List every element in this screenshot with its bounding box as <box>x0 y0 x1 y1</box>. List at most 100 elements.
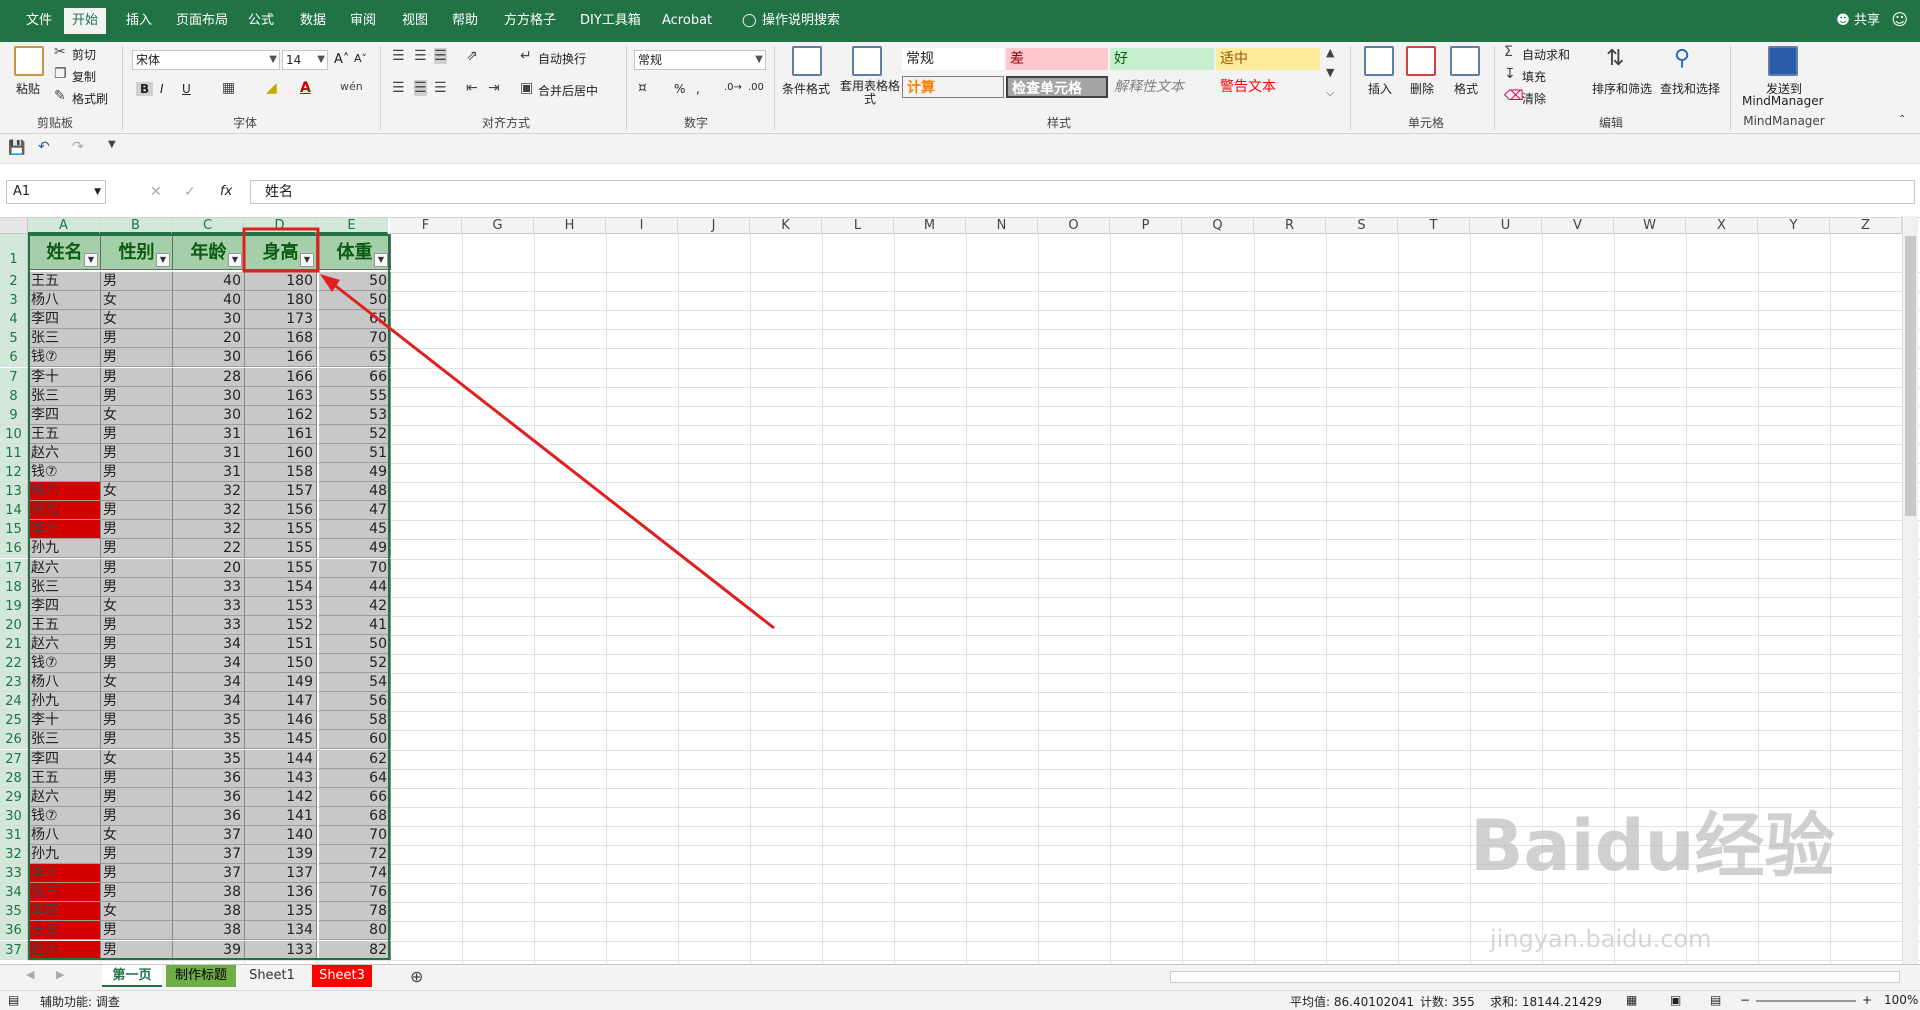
align-center-icon[interactable]: ☰ <box>414 80 427 96</box>
table-cell[interactable]: 155 <box>245 539 317 559</box>
table-cell[interactable]: 32 <box>173 482 245 502</box>
style-neutral[interactable]: 适中 <box>1216 48 1320 70</box>
paste-icon[interactable] <box>14 46 44 76</box>
table-cell[interactable]: 34 <box>173 692 245 712</box>
table-cell[interactable]: 35 <box>173 711 245 731</box>
table-cell[interactable]: 男 <box>101 348 173 368</box>
table-header-5[interactable]: 体重 ▼ <box>319 234 391 270</box>
enter-icon[interactable]: ✓ <box>184 184 196 200</box>
table-cell[interactable]: 48 <box>319 482 391 502</box>
currency-icon[interactable]: ¤ <box>638 80 647 96</box>
table-cell[interactable]: 男 <box>101 501 173 521</box>
row-header-12[interactable]: 12 <box>0 463 28 483</box>
align-right-icon[interactable]: ☰ <box>434 80 447 96</box>
table-cell[interactable]: 38 <box>173 902 245 922</box>
clear-button[interactable]: 清除 <box>1522 90 1546 107</box>
bold-button[interactable]: B <box>136 82 154 96</box>
table-cell[interactable]: 女 <box>101 405 173 425</box>
column-header-A[interactable]: A <box>28 218 100 234</box>
table-cell[interactable]: 147 <box>245 692 317 712</box>
row-header-29[interactable]: 29 <box>0 787 28 807</box>
table-cell[interactable]: 女 <box>101 749 173 769</box>
table-cell[interactable]: 孙九 <box>29 845 101 865</box>
table-cell[interactable]: 女 <box>101 596 173 616</box>
table-cell[interactable]: 王五 <box>29 615 101 635</box>
style-bad[interactable]: 差 <box>1006 48 1108 70</box>
table-cell[interactable]: 男 <box>101 558 173 578</box>
styles-scroll-down-icon[interactable]: ▼ <box>1326 66 1334 79</box>
find-select-button[interactable]: 查找和选择 <box>1660 80 1720 97</box>
table-cell[interactable]: 137 <box>245 864 317 884</box>
table-cell[interactable]: 钱⑦ <box>29 806 101 826</box>
table-cell[interactable]: 李十 <box>29 520 101 540</box>
column-header-M[interactable]: M <box>894 218 966 234</box>
table-cell[interactable]: 144 <box>245 749 317 769</box>
menu-acrobat[interactable]: Acrobat <box>654 8 720 34</box>
table-cell[interactable]: 钱⑦ <box>29 348 101 368</box>
shrink-font-button[interactable]: A˅ <box>354 52 367 65</box>
table-cell[interactable]: 55 <box>319 386 391 406</box>
increase-decimal-button[interactable]: .0→ <box>724 82 742 93</box>
font-name-select[interactable]: 宋体 ▼ <box>132 50 280 70</box>
table-cell[interactable]: 157 <box>245 482 317 502</box>
table-cell[interactable]: 杨八 <box>29 673 101 693</box>
table-cell[interactable]: 32 <box>173 501 245 521</box>
table-cell[interactable]: 74 <box>319 864 391 884</box>
table-cell[interactable]: 22 <box>173 539 245 559</box>
table-cell[interactable]: 男 <box>101 424 173 444</box>
table-cell[interactable]: 143 <box>245 768 317 788</box>
table-cell[interactable]: 149 <box>245 673 317 693</box>
zoom-out-icon[interactable]: − <box>1740 993 1750 1007</box>
table-cell[interactable]: 李四 <box>29 405 101 425</box>
zoom-level[interactable]: 100% <box>1884 993 1918 1007</box>
table-cell[interactable]: 钱⑦ <box>29 463 101 483</box>
insert-cells-icon[interactable] <box>1364 46 1394 76</box>
column-header-T[interactable]: T <box>1398 218 1470 234</box>
fill-color-icon[interactable]: ◢ <box>266 80 277 96</box>
paste-label[interactable]: 粘贴 <box>16 80 40 97</box>
table-cell[interactable]: 张三 <box>29 883 101 903</box>
row-header-24[interactable]: 24 <box>0 692 28 712</box>
table-cell[interactable]: 52 <box>319 424 391 444</box>
table-cell[interactable]: 张三 <box>29 386 101 406</box>
table-cell[interactable]: 37 <box>173 825 245 845</box>
table-cell[interactable]: 51 <box>319 443 391 463</box>
table-cell[interactable]: 78 <box>319 902 391 922</box>
menu-fangfang[interactable]: 方方格子 <box>496 8 564 34</box>
table-cell[interactable]: 35 <box>173 730 245 750</box>
row-header-26[interactable]: 26 <box>0 730 28 750</box>
row-header-15[interactable]: 15 <box>0 520 28 540</box>
row-header-25[interactable]: 25 <box>0 711 28 731</box>
collapse-ribbon-icon[interactable]: ⌃ <box>1898 114 1906 125</box>
table-cell[interactable]: 30 <box>173 405 245 425</box>
table-cell[interactable]: 31 <box>173 443 245 463</box>
table-cell[interactable]: 王五 <box>29 921 101 941</box>
column-header-D[interactable]: D <box>244 218 316 234</box>
table-cell[interactable]: 30 <box>173 348 245 368</box>
table-cell[interactable]: 张三 <box>29 730 101 750</box>
row-header-14[interactable]: 14 <box>0 501 28 521</box>
row-header-30[interactable]: 30 <box>0 806 28 826</box>
table-cell[interactable]: 李四 <box>29 596 101 616</box>
menu-diy[interactable]: DIY工具箱 <box>572 8 649 34</box>
sort-filter-icon[interactable]: ⇅ <box>1606 46 1624 71</box>
row-header-20[interactable]: 20 <box>0 615 28 635</box>
autosum-button[interactable]: 自动求和 <box>1522 46 1570 63</box>
table-cell[interactable]: 男 <box>101 730 173 750</box>
table-cell[interactable]: 66 <box>319 367 391 387</box>
table-cell[interactable]: 76 <box>319 883 391 903</box>
column-header-H[interactable]: H <box>534 218 606 234</box>
table-cell[interactable]: 38 <box>173 921 245 941</box>
table-cell[interactable]: 男 <box>101 864 173 884</box>
styles-more-icon[interactable]: ⌵ <box>1326 86 1334 100</box>
row-header-7[interactable]: 7 <box>0 367 28 387</box>
table-cell[interactable]: 李十 <box>29 864 101 884</box>
row-header-10[interactable]: 10 <box>0 424 28 444</box>
row-header-2[interactable]: 2 <box>0 272 28 292</box>
table-cell[interactable]: 155 <box>245 520 317 540</box>
table-cell[interactable]: 33 <box>173 577 245 597</box>
copy-button[interactable]: 复制 <box>72 68 96 85</box>
table-cell[interactable]: 男 <box>101 386 173 406</box>
row-header-31[interactable]: 31 <box>0 825 28 845</box>
table-cell[interactable]: 133 <box>245 940 317 960</box>
